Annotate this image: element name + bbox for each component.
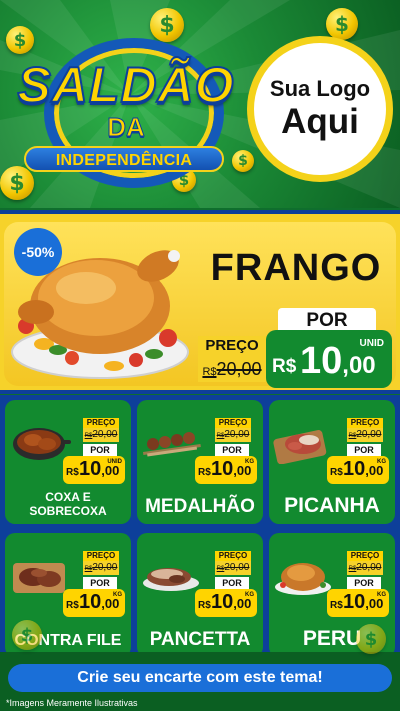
new-price-label: POR [83,444,117,456]
price-currency: R$ [66,467,79,478]
price-box: R$ 10,00 KG [195,589,257,617]
new-price-label: POR [215,577,249,589]
price-unit: KG [377,592,386,598]
old-price: R$20,00 [215,428,251,442]
price-cents: ,00 [365,596,384,611]
price-currency: R$ [330,600,343,611]
disclaimer-text: *Imagens Meramente Ilustrativas [6,698,138,708]
price-box: R$ 10,00 KG [63,589,125,617]
price-unit: UNID [107,459,122,465]
product-name: MEDALHÃO [145,496,255,517]
new-price-label: POR [215,444,249,456]
price-box: R$ 10,00 KG [327,589,389,617]
logo-text-line1: Sua Logo [269,76,371,101]
food-image [273,430,327,464]
product-name: COXA E SOBRECOXA [7,490,129,518]
new-price-label: POR [347,444,381,456]
price-unit: KG [245,459,254,465]
price-main: 10 [211,458,234,480]
header-banner: $ $ $ $ $ $ SALDÃO DA INDEPENDÊNCIA Sua … [0,0,400,208]
title-saldao: SALDÃO [16,56,235,114]
price-currency: R$ [198,467,211,478]
old-price-value: 20,00 [224,429,250,440]
price-box: R$ 10,00 KG [327,456,389,484]
food-image [13,428,71,460]
price-cents: ,00 [342,352,376,379]
price-main: 10 [79,591,102,613]
product-name-line2: SOBRECOXA [29,504,107,518]
old-price: R$20,00 [347,428,383,442]
old-price-label: PREÇO [347,551,383,561]
old-price-value: 20,00 [92,429,118,440]
title-da: DA [107,112,146,143]
create-flyer-button[interactable]: Crie seu encarte com este tema! [8,664,392,692]
product-card-medalhao[interactable]: PREÇO R$20,00 POR R$ 10,00 KG MEDALHÃO [137,400,263,524]
discount-badge: -50% [14,228,62,276]
food-image [143,432,201,457]
price-cents: ,00 [233,463,252,478]
old-price: R$20,00 [347,561,383,575]
food-image [13,563,65,593]
price-unit: KG [245,592,254,598]
old-price-label: PREÇO [198,336,266,356]
campaign-title: SALDÃO DA INDEPENDÊNCIA [6,36,246,188]
featured-product-name: FRANGO [210,247,382,289]
old-price-currency: R$ [202,366,217,378]
food-image [143,568,199,591]
price-box: R$ 10,00 KG [195,456,257,484]
price-main: 10 [211,591,234,613]
price-cents: ,00 [233,596,252,611]
old-price-label: PREÇO [215,551,251,561]
title-independencia: INDEPENDÊNCIA [24,146,224,172]
dollar-coin-icon: $ [356,624,386,654]
price-cents: ,00 [101,596,120,611]
price-main: 10 [343,591,366,613]
dollar-coin-icon: $ [12,620,42,650]
product-name: PANCETTA [149,629,251,650]
price-currency: R$ [330,467,343,478]
old-price-label: PREÇO [347,418,383,428]
price-main: 10 [343,458,366,480]
price-main: 10 [300,340,343,382]
old-price-value: 20,00 [356,429,382,440]
price-currency: R$ [198,600,211,611]
price-cents: ,00 [101,463,120,478]
old-price-value: 20,00 [92,562,118,573]
product-card-coxa[interactable]: PREÇO R$20,00 POR R$ 10,00 UNID COXA E S… [5,400,131,524]
logo-text-line2: Aqui [281,102,359,141]
old-price-value: 20,00 [216,359,262,379]
product-card-pancetta[interactable]: PREÇO R$20,00 POR R$ 10,00 KG PANCETTA [137,533,263,657]
old-price-label: PREÇO [215,418,251,428]
price-cents: ,00 [365,463,384,478]
product-name: PICANHA [284,494,380,517]
old-price: R$20,00 [198,356,266,382]
price-unit: UNID [359,338,384,349]
old-price: R$20,00 [83,428,119,442]
old-price-value: 20,00 [356,562,382,573]
old-price-label: PREÇO [83,418,119,428]
old-price: R$20,00 [215,561,251,575]
price-box: R$ 10,00 UNID [63,456,125,484]
featured-price-box: R$ 10,00 UNID [266,330,392,388]
logo-placeholder[interactable]: Sua Logo Aqui [247,36,393,182]
price-unit: KG [113,592,122,598]
new-price-label: POR [83,577,117,589]
dollar-coin-icon: $ [326,8,358,40]
old-price-value: 20,00 [224,562,250,573]
old-price-label: PREÇO [83,551,119,561]
food-image [275,563,331,595]
old-price: R$20,00 [83,561,119,575]
product-name-line1: COXA E [45,490,91,504]
price-unit: KG [377,459,386,465]
price-currency: R$ [66,600,79,611]
new-price-label: POR [347,577,381,589]
price-currency: R$ [272,356,297,377]
product-card-picanha[interactable]: PREÇO R$20,00 POR R$ 10,00 KG PICANHA [269,400,395,524]
price-main: 10 [79,458,102,480]
